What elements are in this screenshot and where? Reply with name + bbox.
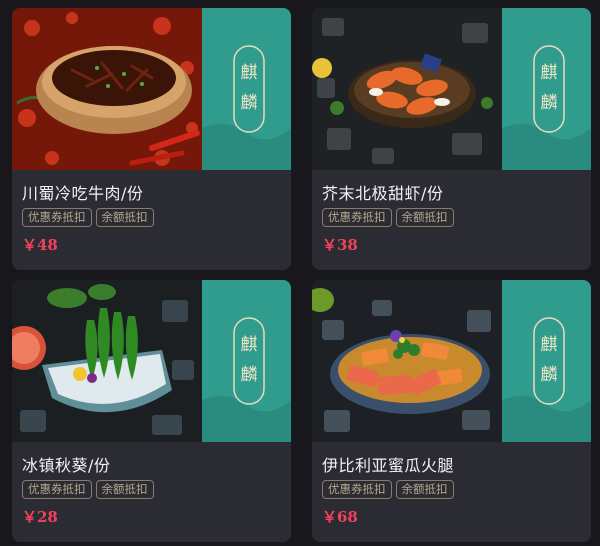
dish-price: ￥68 (322, 508, 358, 526)
coupon-tag: 优惠券抵扣 (322, 480, 392, 499)
dish-card[interactable]: 麒麟 伊比利亚蜜瓜火腿 优惠券抵扣 余额抵扣 ￥68 (312, 280, 591, 542)
dish-name: 芥末北极甜虾/份 (322, 184, 444, 203)
tag-list: 优惠券抵扣 余额抵扣 (322, 480, 454, 499)
dish-name: 伊比利亚蜜瓜火腿 (322, 456, 455, 475)
coupon-tag: 优惠券抵扣 (22, 208, 92, 227)
balance-tag: 余额抵扣 (395, 208, 454, 227)
dish-price: ￥28 (22, 508, 58, 526)
coupon-tag: 优惠券抵扣 (22, 480, 92, 499)
dish-photo: 麒麟 (12, 8, 291, 170)
dish-card[interactable]: 麒麟 芥末北极甜虾/份 优惠券抵扣 余额抵扣 ￥38 (312, 8, 591, 270)
dish-name: 冰镇秋葵/份 (22, 456, 111, 475)
dish-photo: 麒麟 (12, 280, 291, 442)
dish-name: 川蜀冷吃牛肉/份 (22, 184, 144, 203)
dish-photo: 麒麟 (312, 8, 591, 170)
dish-price: ￥48 (22, 236, 58, 254)
coupon-tag: 优惠券抵扣 (322, 208, 392, 227)
dish-card[interactable]: 麒麟 川蜀冷吃牛肉/份 优惠券抵扣 余额抵扣 ￥48 (12, 8, 291, 270)
dish-card[interactable]: 麒麟 冰镇秋葵/份 优惠券抵扣 余额抵扣 ￥28 (12, 280, 291, 542)
balance-tag: 余额抵扣 (95, 480, 154, 499)
dish-grid: 麒麟 川蜀冷吃牛肉/份 优惠券抵扣 余额抵扣 ￥48 麒麟 芥末北极甜虾/份 优… (0, 0, 600, 546)
tag-list: 优惠券抵扣 余额抵扣 (322, 208, 454, 227)
balance-tag: 余额抵扣 (395, 480, 454, 499)
balance-tag: 余额抵扣 (95, 208, 154, 227)
dish-photo: 麒麟 (312, 280, 591, 442)
tag-list: 优惠券抵扣 余额抵扣 (22, 208, 154, 227)
dish-price: ￥38 (322, 236, 358, 254)
tag-list: 优惠券抵扣 余额抵扣 (22, 480, 154, 499)
